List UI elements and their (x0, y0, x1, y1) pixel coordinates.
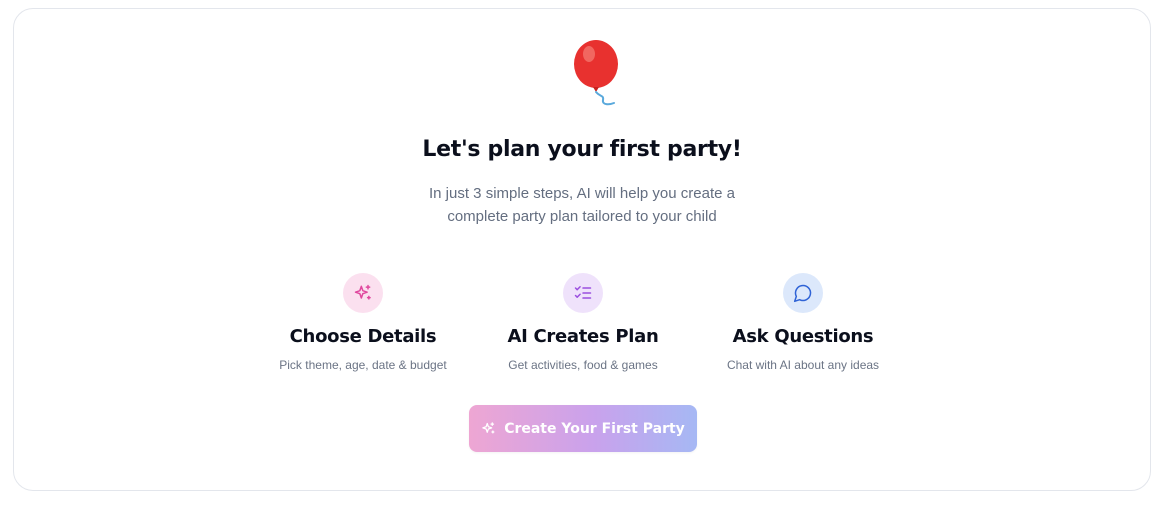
step-title: AI Creates Plan (507, 326, 659, 347)
page-subtitle: In just 3 simple steps, AI will help you… (14, 182, 1150, 228)
sparkles-icon (482, 422, 495, 434)
step-icon-circle (343, 273, 383, 313)
page-title: Let's plan your first party! (422, 137, 742, 162)
create-first-party-label: Create Your First Party (504, 420, 685, 437)
empty-state-card: Let's plan your first party! In just 3 s… (13, 8, 1151, 491)
subtitle-line-2: complete party plan tailored to your chi… (447, 208, 717, 225)
step-title: Choose Details (289, 326, 437, 347)
step-title: Ask Questions (732, 326, 874, 347)
step-icon-circle (783, 273, 823, 313)
step-ask-questions: Ask Questions Chat with AI about any ide… (693, 273, 913, 372)
step-ai-creates-plan: AI Creates Plan Get activities, food & g… (473, 273, 693, 372)
step-description: Pick theme, age, date & budget (279, 358, 447, 372)
subtitle-line-1: In just 3 simple steps, AI will help you… (429, 185, 735, 202)
sparkles-icon (354, 284, 371, 300)
message-circle-icon (793, 284, 812, 303)
step-icon-circle (563, 273, 603, 313)
balloon-icon (574, 40, 618, 106)
step-description: Get activities, food & games (508, 358, 658, 372)
create-first-party-button[interactable]: Create Your First Party (469, 405, 697, 452)
step-choose-details: Choose Details Pick theme, age, date & b… (253, 273, 473, 372)
list-checks-icon (574, 286, 592, 299)
step-description: Chat with AI about any ideas (726, 358, 880, 372)
